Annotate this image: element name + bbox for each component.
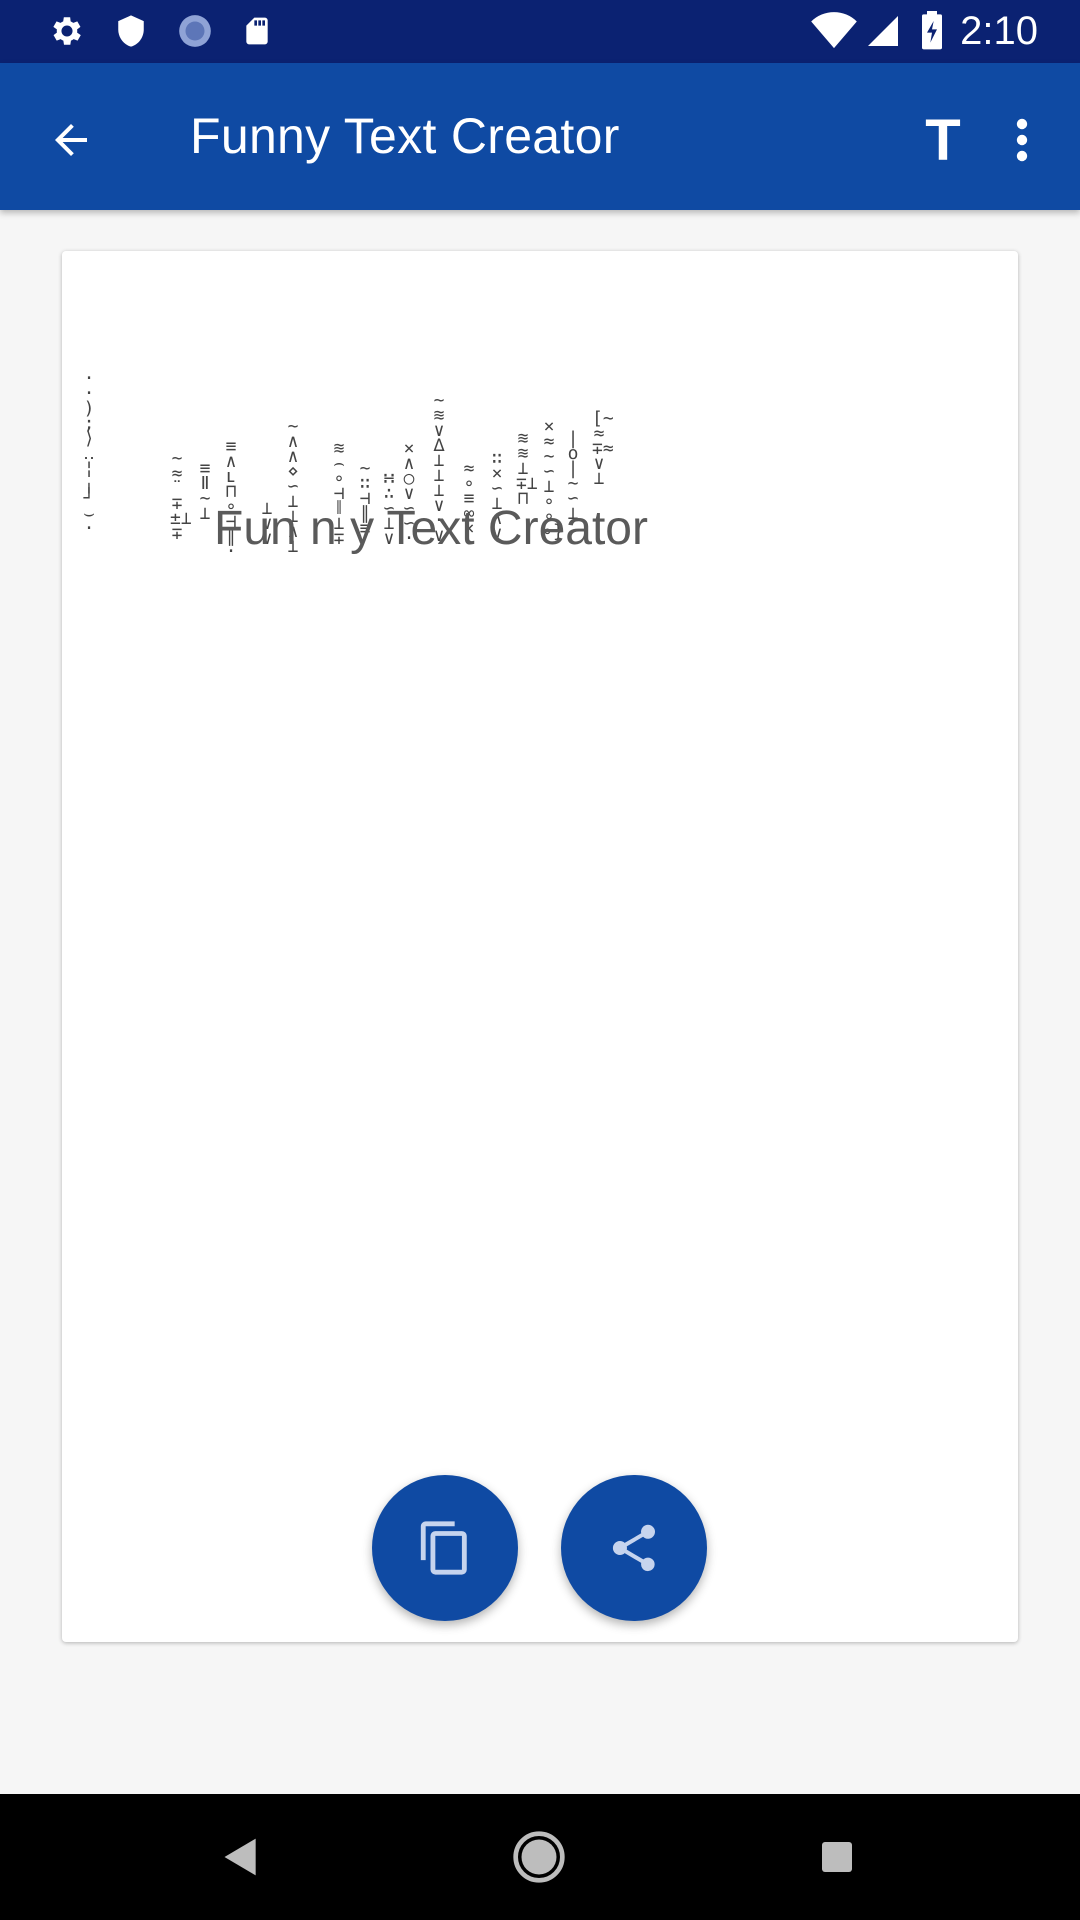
share-icon [612,1524,655,1572]
status-time: 2:10 [960,9,1038,53]
battery-charging-icon [912,10,952,52]
nav-home-icon[interactable] [506,1824,572,1890]
sd-card-icon [236,10,278,52]
shield-icon [110,10,152,52]
settings-icon [46,10,88,52]
text-format-icon[interactable]: T [908,105,978,175]
nav-back-icon[interactable] [208,1824,274,1890]
zalgo-glyphs: ~≈¨∓±⊥∓ [170,448,192,544]
signal-icon [862,10,904,52]
page-title: Funny Text Creator [190,108,620,164]
result-card: · · ) ; ⟩ ‥ ¦ ╷ ┘ ⌣ · ~≈¨∓±⊥∓ ≡ǁ∼⊥ ≡∧ʟ⊓∘… [62,251,1018,1642]
funny-text-value: Fun n y Text Creator [214,502,648,555]
sync-icon [174,10,216,52]
share-button[interactable] [561,1475,707,1621]
system-nav-bar [0,1794,1080,1920]
status-bar: 2:10 [0,0,1080,63]
wifi-icon [810,10,858,52]
nav-recents-icon[interactable] [804,1824,870,1890]
funny-text-output[interactable]: · · ) ; ⟩ ‥ ¦ ╷ ┘ ⌣ · ~≈¨∓±⊥∓ ≡ǁ∼⊥ ≡∧ʟ⊓∘… [82,311,682,691]
more-vert-icon[interactable] [1002,105,1042,175]
copy-icon [420,1521,467,1575]
zalgo-glyphs: · · ) ; ⟩ ‥ ¦ ╷ ┘ ⌣ · [82,368,95,539]
app-bar: Funny Text Creator T [0,63,1080,210]
zalgo-glyphs: ≡ǁ∼⊥ [199,458,211,524]
copy-button[interactable] [372,1475,518,1621]
back-arrow-icon[interactable] [36,105,106,175]
